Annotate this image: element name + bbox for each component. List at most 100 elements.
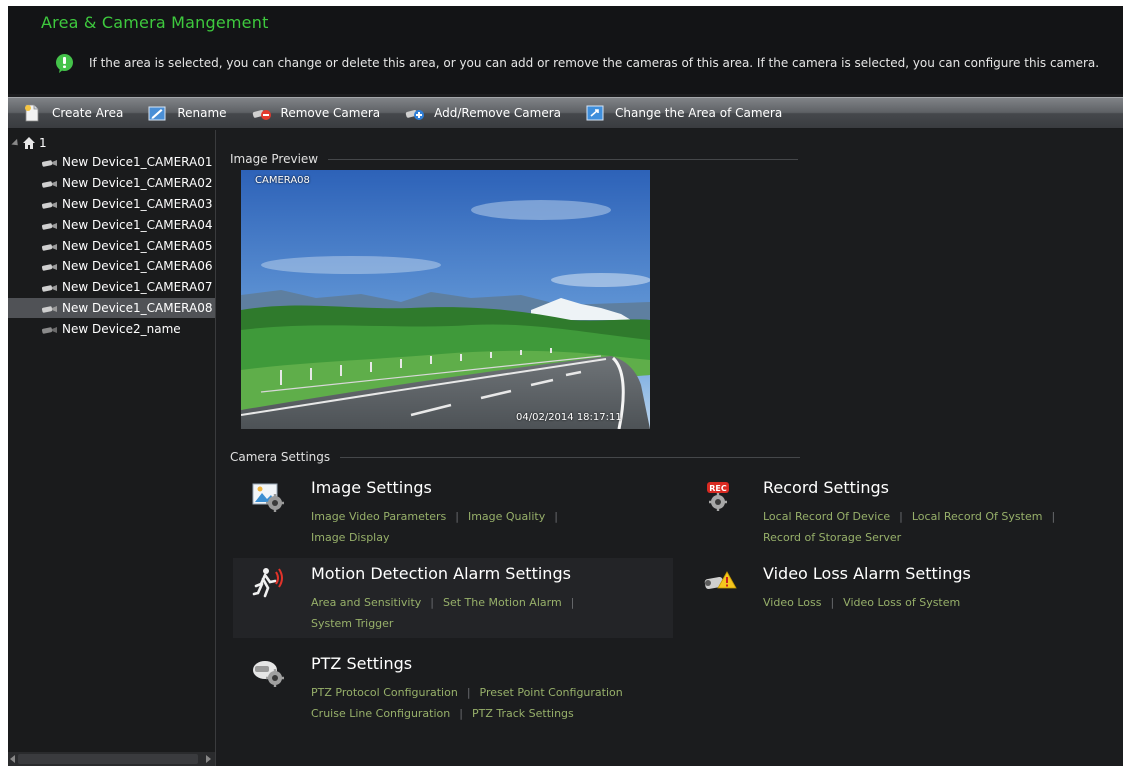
- image-settings-links: Image Video Parameters | Image Quality | Im…: [311, 506, 671, 548]
- tree-item-camera02[interactable]: New Device1_CAMERA02: [8, 173, 215, 194]
- remove-camera-button[interactable]: Remove Camera: [237, 98, 391, 128]
- tree-item-device2[interactable]: New Device2_name: [8, 318, 215, 339]
- info-bubble-icon: [54, 53, 75, 74]
- record-of-storage-server-link[interactable]: Record of Storage Server: [763, 531, 901, 544]
- scroll-right-icon[interactable]: [206, 755, 211, 763]
- image-settings-group: Image Settings Image Video Parameters | Im…: [233, 472, 673, 552]
- expand-arrow-icon[interactable]: [11, 138, 21, 148]
- area-tree-panel: 1 New Device1_CAMERA01 New Device1_CAMER…: [8, 130, 216, 766]
- image-settings-title[interactable]: Image Settings: [311, 478, 432, 497]
- add-camera-icon: [404, 104, 425, 122]
- ptz-settings-title[interactable]: PTZ Settings: [311, 654, 412, 673]
- separator: |: [1051, 510, 1056, 523]
- tree-item-label: New Device1_CAMERA07: [62, 280, 213, 295]
- ptz-settings-links: PTZ Protocol Configuration | Preset Point …: [311, 682, 671, 724]
- ptz-settings-icon[interactable]: [251, 656, 285, 688]
- divider: [340, 456, 801, 458]
- tree-item-label: New Device1_CAMERA02: [62, 176, 213, 191]
- tip-row: If the area is selected, you can change …: [54, 52, 1099, 74]
- camera-osd-timestamp: 04/02/2014 18:17:11: [516, 412, 622, 423]
- system-trigger-link[interactable]: System Trigger: [311, 617, 393, 630]
- tree-item-label: New Device1_CAMERA04: [62, 217, 213, 232]
- home-icon: [22, 136, 36, 150]
- tree-item-camera08[interactable]: New Device1_CAMERA08: [8, 297, 215, 319]
- tree-root-label: 1: [39, 136, 47, 150]
- camera-settings-section: Camera Settings: [230, 450, 801, 464]
- separator: |: [459, 707, 463, 720]
- separator: |: [570, 596, 575, 609]
- camera-icon: [41, 282, 59, 292]
- motion-detection-icon[interactable]: [251, 566, 285, 598]
- change-area-icon: [585, 104, 605, 122]
- tip-text: If the area is selected, you can change …: [89, 56, 1100, 70]
- scroll-left-icon[interactable]: [10, 755, 15, 763]
- divider: [328, 158, 799, 160]
- separator: |: [455, 510, 459, 523]
- set-the-motion-alarm-link[interactable]: Set The Motion Alarm: [443, 596, 562, 609]
- tree-item-camera01[interactable]: New Device1_CAMERA01: [8, 152, 215, 173]
- separator: |: [830, 596, 835, 609]
- ptz-protocol-configuration-link[interactable]: PTZ Protocol Configuration: [311, 686, 458, 699]
- create-area-button[interactable]: Create Area: [8, 98, 133, 128]
- add-remove-camera-button[interactable]: Add/Remove Camera: [390, 98, 571, 128]
- image-display-link[interactable]: Image Display: [311, 531, 390, 544]
- motion-detection-links: Area and Sensitivity | Set The Motion Alar…: [311, 592, 671, 634]
- motion-detection-group: Motion Detection Alarm Settings Area and…: [233, 558, 673, 638]
- camera-icon: [41, 303, 59, 313]
- scrollbar-thumb[interactable]: [18, 754, 198, 764]
- record-settings-title[interactable]: Record Settings: [763, 478, 889, 497]
- separator: |: [466, 686, 471, 699]
- image-preview-heading: Image Preview: [230, 152, 319, 166]
- video-loss-links: Video Loss | Video Loss of System: [763, 592, 1123, 613]
- tree-item-camera05[interactable]: New Device1_CAMERA05: [8, 235, 215, 256]
- video-loss-of-system-link[interactable]: Video Loss of System: [843, 596, 960, 609]
- app-window: Area & Camera Mangement If the area is s…: [8, 6, 1123, 766]
- image-quality-link[interactable]: Image Quality: [468, 510, 545, 523]
- change-area-label: Change the Area of Camera: [615, 106, 783, 120]
- camera-icon: [41, 241, 59, 251]
- camera-icon: [41, 157, 59, 168]
- area-and-sensitivity-link[interactable]: Area and Sensitivity: [311, 596, 421, 609]
- tree-item-camera06[interactable]: New Device1_CAMERA06: [8, 256, 215, 277]
- tree-root-area[interactable]: 1: [11, 134, 47, 152]
- image-video-parameters-link[interactable]: Image Video Parameters: [311, 510, 446, 523]
- local-record-of-device-link[interactable]: Local Record Of Device: [763, 510, 890, 523]
- record-settings-links: Local Record Of Device | Local Record Of S…: [763, 506, 1123, 548]
- separator: |: [554, 510, 558, 523]
- tree-item-label: New Device1_CAMERA08: [62, 300, 213, 315]
- remove-camera-icon: [251, 104, 271, 122]
- ptz-track-settings-link[interactable]: PTZ Track Settings: [472, 707, 574, 720]
- add-remove-camera-label: Add/Remove Camera: [434, 106, 562, 120]
- video-loss-icon[interactable]: [703, 566, 737, 598]
- cruise-line-configuration-link[interactable]: Cruise Line Configuration: [311, 707, 450, 720]
- local-record-of-system-link[interactable]: Local Record Of System: [912, 510, 1043, 523]
- motion-detection-title[interactable]: Motion Detection Alarm Settings: [311, 564, 571, 583]
- camera-icon: [41, 199, 59, 209]
- camera-icon: [41, 178, 59, 188]
- toolbar: Create Area Rename Remove Camera Add/Rem…: [8, 97, 1123, 129]
- change-area-button[interactable]: Change the Area of Camera: [571, 98, 792, 128]
- tree-item-camera07[interactable]: New Device1_CAMERA07: [8, 277, 215, 298]
- preset-point-configuration-link[interactable]: Preset Point Configuration: [480, 686, 623, 699]
- tree-item-camera03[interactable]: New Device1_CAMERA03: [8, 194, 215, 215]
- record-settings-icon[interactable]: REC: [703, 480, 737, 512]
- landscape-image: [241, 170, 650, 429]
- ptz-settings-group: PTZ Settings PTZ Protocol Configuration |…: [233, 648, 673, 728]
- camera-preview-image[interactable]: CAMERA08 04/02/2014 18:17:11: [241, 170, 650, 429]
- rename-button[interactable]: Rename: [133, 98, 236, 128]
- tree-item-label: New Device1_CAMERA05: [62, 238, 213, 253]
- horizontal-scrollbar[interactable]: [8, 752, 215, 766]
- image-settings-icon[interactable]: [251, 480, 285, 512]
- camera-osd-label: CAMERA08: [255, 175, 310, 186]
- video-loss-title[interactable]: Video Loss Alarm Settings: [763, 564, 971, 583]
- record-settings-group: REC Record Settings Local Record Of Devi…: [685, 472, 1123, 552]
- camera-icon: [41, 261, 59, 272]
- camera-list: New Device1_CAMERA01 New Device1_CAMERA0…: [8, 152, 215, 339]
- header: Area & Camera Mangement If the area is s…: [8, 6, 1123, 94]
- separator: |: [430, 596, 434, 609]
- tree-item-label: New Device1_CAMERA01: [62, 155, 213, 170]
- tree-item-camera04[interactable]: New Device1_CAMERA04: [8, 214, 215, 235]
- main-panel: Image Preview CAMERA08 04/02/2014 18:17:…: [217, 130, 1123, 766]
- remove-camera-label: Remove Camera: [280, 106, 381, 120]
- video-loss-link[interactable]: Video Loss: [763, 596, 821, 609]
